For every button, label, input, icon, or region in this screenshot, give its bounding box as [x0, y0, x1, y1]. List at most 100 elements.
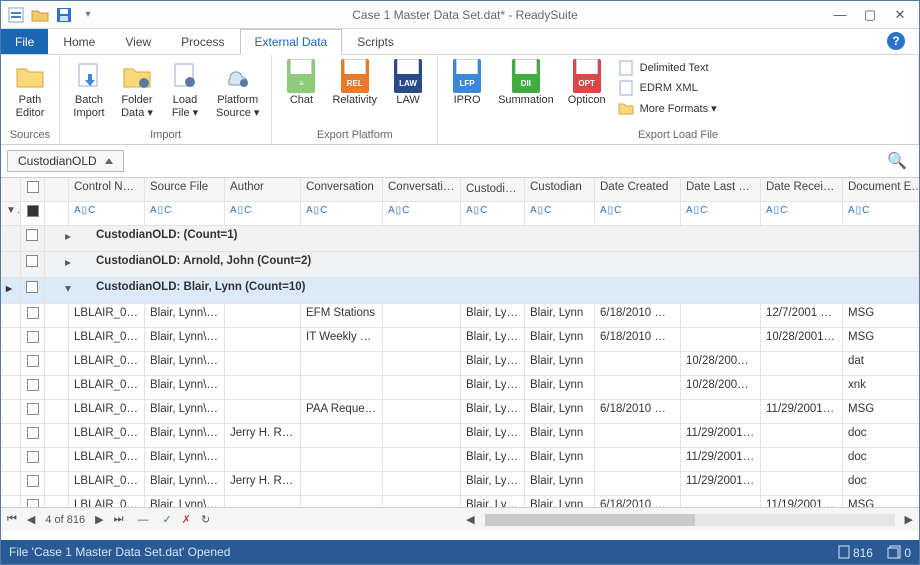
table-row[interactable]: LBLAIR_00…Blair, Lynn\…Blair, LynnBlair,…: [1, 496, 919, 507]
row-checkbox[interactable]: [21, 424, 45, 448]
group-row[interactable]: ▸▾CustodianOLD: Blair, Lynn (Count=10): [1, 278, 919, 304]
group-row[interactable]: ▸CustodianOLD: Arnold, John (Count=2): [1, 252, 919, 278]
group-checkbox[interactable]: [21, 226, 45, 252]
row-checkbox[interactable]: [21, 472, 45, 496]
nav-cancel[interactable]: ✗: [182, 513, 191, 526]
group-row[interactable]: ▸CustodianOLD: (Count=1): [1, 226, 919, 252]
filter-checkbox[interactable]: [21, 202, 45, 226]
nav-accept[interactable]: ✓: [163, 513, 172, 526]
help-icon[interactable]: ?: [887, 32, 905, 50]
table-row[interactable]: LBLAIR_00…Blair, Lynn\…Jerry H. Ra…Blair…: [1, 472, 919, 496]
filter-lastmod[interactable]: A▯C: [681, 202, 761, 226]
filter-received[interactable]: A▯C: [761, 202, 843, 226]
col-conversation2[interactable]: Conversatio…: [383, 178, 461, 202]
relativity-button[interactable]: REL Relativity: [326, 57, 383, 107]
col-author[interactable]: Author: [225, 178, 301, 202]
row-flag[interactable]: [45, 472, 69, 496]
table-row[interactable]: LBLAIR_00…Blair, Lynn\…PAA Reque…Blair, …: [1, 400, 919, 424]
flag-column-header[interactable]: [45, 178, 69, 202]
summation-button[interactable]: DII Summation: [492, 57, 560, 107]
row-flag[interactable]: [45, 352, 69, 376]
row-checkbox[interactable]: [21, 448, 45, 472]
table-row[interactable]: LBLAIR_00…Blair, Lynn\…Blair, LynnBlair,…: [1, 352, 919, 376]
col-custodian[interactable]: Custodian: [525, 178, 595, 202]
path-editor-button[interactable]: Path Editor: [7, 57, 53, 120]
group-checkbox[interactable]: [21, 278, 45, 304]
tab-view[interactable]: View: [110, 29, 166, 54]
hscrollbar[interactable]: [485, 514, 895, 526]
nav-next[interactable]: ▶: [95, 513, 103, 526]
open-icon[interactable]: [29, 4, 51, 26]
expand-icon[interactable]: ▾: [45, 278, 91, 304]
row-checkbox[interactable]: [21, 352, 45, 376]
group-chip-custodianold[interactable]: CustodianOLD: [7, 150, 124, 172]
table-row[interactable]: LBLAIR_00…Blair, Lynn\…EFM StationsBlair…: [1, 304, 919, 328]
table-row[interactable]: LBLAIR_00…Blair, Lynn\…Blair, LynnBlair,…: [1, 376, 919, 400]
table-row[interactable]: LBLAIR_00…Blair, Lynn\…Jerry H. Ra…Blair…: [1, 424, 919, 448]
batch-import-button[interactable]: Batch Import: [66, 57, 112, 120]
delimited-text-button[interactable]: Delimited Text: [614, 59, 721, 77]
more-formats-button[interactable]: More Formats ▾: [614, 99, 721, 117]
select-all-checkbox[interactable]: [21, 178, 45, 202]
row-flag[interactable]: [45, 328, 69, 352]
load-file-button[interactable]: Load File ▾: [162, 57, 208, 120]
app-icon[interactable]: [5, 4, 27, 26]
filter-created[interactable]: A▯C: [595, 202, 681, 226]
row-checkbox[interactable]: [21, 400, 45, 424]
nav-first[interactable]: ⏮: [7, 513, 17, 526]
row-checkbox[interactable]: [21, 376, 45, 400]
col-conversation[interactable]: Conversation: [301, 178, 383, 202]
row-flag[interactable]: [45, 424, 69, 448]
law-button[interactable]: LAW LAW: [385, 57, 431, 107]
group-checkbox[interactable]: [21, 252, 45, 278]
hscroll-right[interactable]: ▶: [905, 513, 913, 526]
expand-icon[interactable]: ▸: [45, 252, 91, 278]
col-date-created[interactable]: Date Created: [595, 178, 681, 202]
search-icon[interactable]: 🔍: [887, 151, 913, 171]
filter-flag[interactable]: [45, 202, 69, 226]
opticon-button[interactable]: OPT Opticon: [562, 57, 612, 107]
row-checkbox[interactable]: [21, 496, 45, 507]
filter-control[interactable]: A▯C: [69, 202, 145, 226]
tab-process[interactable]: Process: [166, 29, 239, 54]
filter-conversation[interactable]: A▯C: [301, 202, 383, 226]
filter-custodian[interactable]: A▯C: [525, 202, 595, 226]
row-flag[interactable]: [45, 496, 69, 507]
hscroll-left[interactable]: ◀: [466, 513, 474, 526]
tab-file[interactable]: File: [1, 29, 48, 54]
col-custodian-old[interactable]: Custodia… ▴: [461, 178, 525, 202]
table-row[interactable]: LBLAIR_00…Blair, Lynn\…IT Weekly T…Blair…: [1, 328, 919, 352]
tab-external-data[interactable]: External Data: [240, 29, 343, 55]
col-control[interactable]: Control N…: [69, 178, 145, 202]
edrm-xml-button[interactable]: EDRM XML: [614, 79, 721, 97]
folder-data-button[interactable]: Folder Data ▾: [114, 57, 160, 120]
filter-ext[interactable]: A▯C: [843, 202, 919, 226]
nav-last[interactable]: ⏭: [114, 513, 124, 526]
minimize-button[interactable]: —: [831, 7, 849, 23]
filter-conversation2[interactable]: A▯C: [383, 202, 461, 226]
col-date-received[interactable]: Date Receiv…: [761, 178, 843, 202]
ipro-button[interactable]: LFP IPRO: [444, 57, 490, 107]
filter-author[interactable]: A▯C: [225, 202, 301, 226]
nav-refresh[interactable]: ↻: [201, 513, 210, 526]
row-flag[interactable]: [45, 376, 69, 400]
maximize-button[interactable]: ▢: [861, 7, 879, 23]
tab-home[interactable]: Home: [48, 29, 110, 54]
tab-scripts[interactable]: Scripts: [342, 29, 409, 54]
platform-source-button[interactable]: Platform Source ▾: [210, 57, 265, 120]
table-row[interactable]: LBLAIR_00…Blair, Lynn\…Blair, LynnBlair,…: [1, 448, 919, 472]
close-button[interactable]: ✕: [891, 7, 909, 23]
row-checkbox[interactable]: [21, 328, 45, 352]
row-flag[interactable]: [45, 304, 69, 328]
col-doc-ext[interactable]: Document Exte…: [843, 178, 919, 202]
chat-button[interactable]: ≡ Chat: [278, 57, 324, 107]
filter-source[interactable]: A▯C: [145, 202, 225, 226]
row-checkbox[interactable]: [21, 304, 45, 328]
filter-custold[interactable]: A▯C: [461, 202, 525, 226]
row-flag[interactable]: [45, 400, 69, 424]
col-source[interactable]: Source File: [145, 178, 225, 202]
qat-dropdown-icon[interactable]: ▾: [77, 4, 99, 26]
save-icon[interactable]: [53, 4, 75, 26]
nav-prev[interactable]: ◀: [27, 513, 35, 526]
row-flag[interactable]: [45, 448, 69, 472]
